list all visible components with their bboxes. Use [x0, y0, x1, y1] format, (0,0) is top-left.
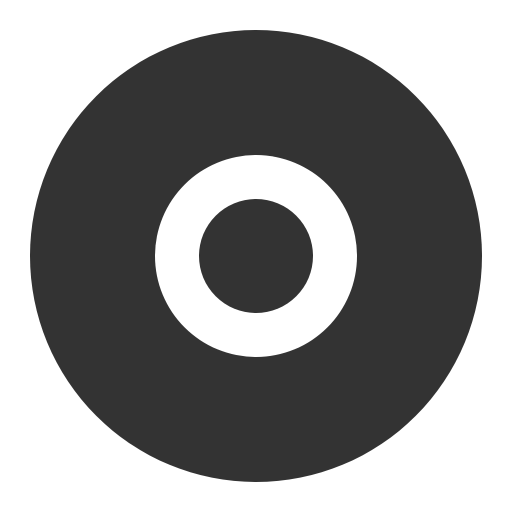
icon-canvas [0, 0, 512, 512]
center-dot [199, 199, 313, 313]
record-button-icon[interactable] [0, 0, 512, 512]
